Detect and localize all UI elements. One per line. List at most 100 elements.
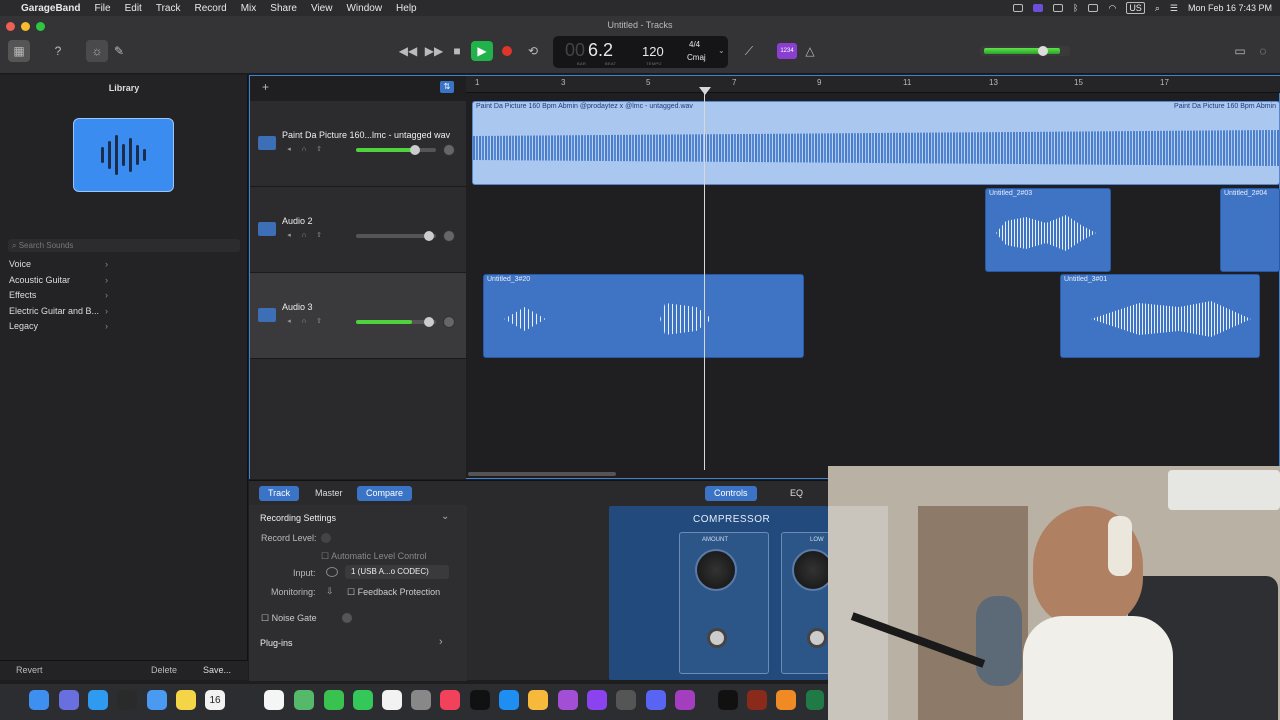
game-icon[interactable] [747, 690, 767, 710]
noise-gate-slider[interactable] [342, 613, 352, 623]
headphones-icon[interactable]: ∩ [299, 317, 309, 326]
status-icon[interactable] [1053, 4, 1064, 12]
menu-window[interactable]: Window [339, 3, 389, 14]
library-item-effects[interactable]: Effects › [0, 288, 248, 304]
audio-region[interactable]: Untitled_2#04 [1220, 188, 1280, 272]
auto-level-checkbox[interactable]: ☐ Automatic Level Control [321, 551, 427, 562]
discord-icon[interactable] [646, 690, 666, 710]
tab-track[interactable]: Track [259, 486, 300, 501]
app-menu[interactable]: GarageBand [14, 3, 87, 14]
music-icon[interactable] [440, 690, 460, 710]
track-volume-slider[interactable] [356, 231, 436, 241]
search-sounds-field[interactable]: ⌕ Search Sounds [8, 239, 240, 252]
input-source[interactable]: US [1126, 2, 1145, 14]
mute-icon[interactable]: ◂ [284, 231, 294, 240]
maps-icon[interactable] [294, 690, 314, 710]
low-knob[interactable] [792, 549, 828, 591]
chevron-right-icon[interactable]: › [439, 636, 443, 648]
menu-help[interactable]: Help [389, 3, 424, 14]
record-button[interactable] [502, 46, 512, 56]
track-name[interactable]: Paint Da Picture 160...lmc - untagged wa… [282, 130, 450, 140]
smart-controls-button[interactable]: ☼ [86, 40, 108, 62]
screen-record-icon[interactable] [1033, 4, 1044, 12]
notepad-button[interactable]: ▭ [1232, 40, 1248, 62]
horizontal-scrollbar[interactable] [468, 472, 616, 476]
master-volume-thumb[interactable] [1038, 46, 1048, 56]
audio-region[interactable]: Untitled_2#03 [985, 188, 1111, 272]
onenote-icon[interactable] [675, 690, 695, 710]
chevron-down-icon[interactable]: ⌄ [441, 511, 449, 522]
battery-icon[interactable] [1088, 4, 1099, 12]
photos-icon[interactable] [528, 690, 548, 710]
revert-button[interactable]: Revert [16, 665, 43, 675]
safari-icon[interactable] [88, 690, 108, 710]
pan-knob[interactable] [443, 316, 455, 328]
tab-controls[interactable]: Controls [705, 486, 757, 501]
track-volume-thumb[interactable] [424, 231, 434, 241]
library-item-legacy[interactable]: Legacy › [0, 319, 248, 335]
recording-settings-header[interactable]: Recording Settings [260, 513, 336, 523]
final-cut-icon[interactable] [616, 690, 636, 710]
finder-icon[interactable] [29, 690, 49, 710]
chrome-icon[interactable] [117, 690, 137, 710]
menu-share[interactable]: Share [263, 3, 304, 14]
master-volume-slider[interactable] [980, 46, 1070, 56]
track-volume-thumb[interactable] [424, 317, 434, 327]
tuner-button[interactable]: ⟋ [740, 40, 758, 62]
track-name[interactable]: Audio 3 [282, 302, 313, 312]
launchpad-icon[interactable] [59, 690, 79, 710]
audio-region[interactable]: Untitled_3#01 [1060, 274, 1260, 358]
tab-eq[interactable]: EQ [781, 486, 812, 501]
input-format-icon[interactable] [326, 567, 338, 577]
rewind-button[interactable]: ◀◀ [398, 40, 418, 62]
record-enable-icon[interactable]: ⇧ [314, 145, 324, 154]
lcd-dropdown-chevron-icon[interactable]: ⌄ [718, 46, 725, 55]
bluetooth-icon[interactable]: ᛒ [1073, 3, 1078, 13]
track-header-2[interactable]: Audio 2 ◂ ∩ ⇧ [250, 187, 466, 273]
pan-knob[interactable] [443, 144, 455, 156]
headphones-icon[interactable]: ∩ [299, 145, 309, 154]
mute-icon[interactable]: ◂ [284, 317, 294, 326]
amount-knob[interactable] [695, 549, 737, 591]
loop-browser-button[interactable]: ◌ [1255, 40, 1271, 62]
menu-file[interactable]: File [87, 3, 117, 14]
save-button[interactable]: Save... [203, 665, 231, 675]
stop-button[interactable]: ■ [448, 40, 466, 62]
status-icon[interactable] [1013, 4, 1024, 12]
count-in-button[interactable]: 1234 [777, 43, 797, 59]
messages-icon[interactable] [324, 690, 344, 710]
noise-gate-checkbox[interactable]: ☐ Noise Gate [261, 613, 317, 624]
notes-icon[interactable] [176, 690, 196, 710]
play-button[interactable]: ▶ [471, 41, 493, 61]
track-header-3[interactable]: Audio 3 ◂ ∩ ⇧ [250, 273, 466, 359]
mail-icon[interactable] [147, 690, 167, 710]
podcasts-icon[interactable] [558, 690, 578, 710]
twitch-icon[interactable] [587, 690, 607, 710]
menu-mix[interactable]: Mix [234, 3, 264, 14]
excel-icon[interactable] [806, 690, 824, 710]
playhead[interactable] [704, 88, 705, 470]
track-volume-slider[interactable] [356, 317, 436, 327]
clock[interactable]: Mon Feb 16 7:43 PM [1188, 3, 1272, 13]
ruler[interactable]: 1 3 5 7 9 11 13 15 17 [466, 76, 1280, 93]
plugins-header[interactable]: Plug-ins [260, 638, 293, 648]
record-enable-icon[interactable]: ⇧ [314, 317, 324, 326]
cycle-button[interactable]: ⟲ [524, 40, 542, 62]
metronome-button[interactable]: △ [802, 40, 818, 62]
record-level-slider[interactable] [321, 533, 331, 543]
toggle-switch[interactable] [707, 628, 727, 648]
toggle-switch[interactable] [807, 628, 827, 648]
wifi-icon[interactable]: ◠ [1108, 3, 1116, 14]
terminal-icon[interactable] [718, 690, 738, 710]
lcd-display[interactable]: 00 6.2 BAR BEAT 120 TEMPO 4/4 Cmaj [553, 36, 728, 68]
tv-icon[interactable] [470, 690, 490, 710]
forward-button[interactable]: ▶▶ [424, 40, 444, 62]
audio-region-main[interactable]: Paint Da Picture 160 Bpm Abmin @prodayte… [472, 101, 1280, 185]
reminders-icon[interactable] [264, 690, 284, 710]
calendar-icon[interactable]: 16 [205, 690, 225, 710]
track-volume-thumb[interactable] [410, 145, 420, 155]
playhead-handle[interactable] [699, 87, 711, 95]
feedback-protection-checkbox[interactable]: ☐ Feedback Protection [347, 587, 440, 598]
menu-view[interactable]: View [304, 3, 340, 14]
news-icon[interactable] [382, 690, 402, 710]
